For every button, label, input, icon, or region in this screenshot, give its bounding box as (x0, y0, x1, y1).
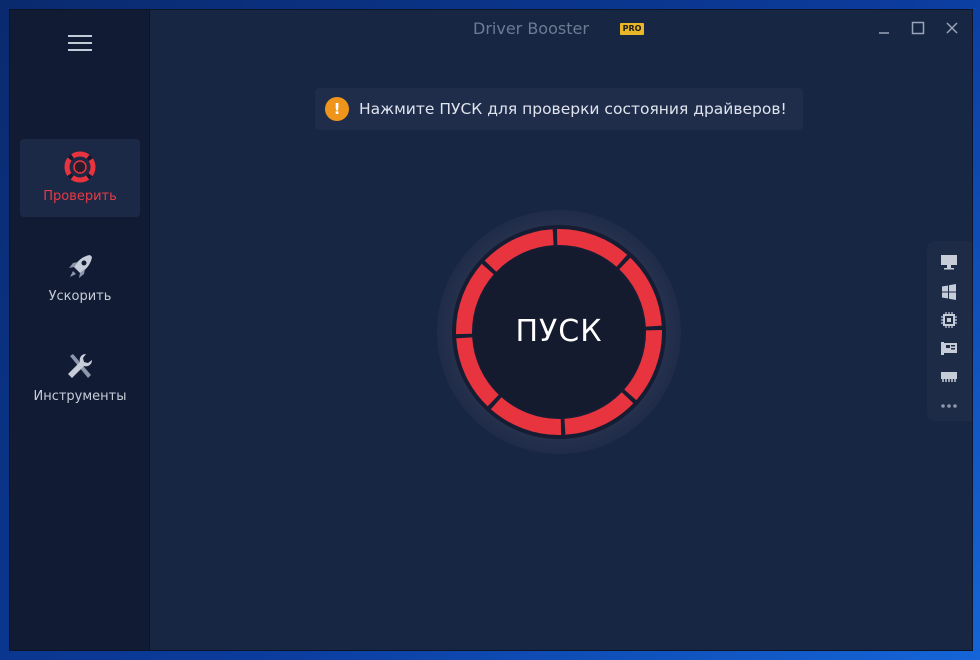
info-message: Нажмите ПУСК для проверки состояния драй… (359, 100, 787, 118)
sidebar-item-label: Проверить (43, 189, 117, 204)
tools-icon (68, 353, 93, 378)
sidebar-item-tools[interactable]: Инструменты (20, 339, 140, 417)
scan-button[interactable]: ПУСК (436, 209, 682, 455)
windows-icon[interactable] (940, 283, 958, 301)
close-icon[interactable] (942, 18, 962, 38)
maximize-icon[interactable] (908, 18, 928, 38)
sidebar: Проверить Ускорить Инструменты (10, 10, 150, 650)
app-window: Проверить Ускорить Инструменты Driver Bo… (10, 10, 972, 650)
scan-button-label: ПУСК (515, 314, 603, 349)
app-title: Driver Booster (473, 19, 589, 38)
minimize-icon[interactable] (874, 18, 894, 38)
monitor-icon[interactable] (940, 253, 958, 271)
info-icon: ! (325, 97, 349, 121)
hamburger-menu-icon[interactable] (68, 35, 92, 51)
device-panel (927, 241, 972, 421)
info-banner: ! Нажмите ПУСК для проверки состояния др… (315, 88, 803, 130)
pro-badge: PRO (620, 23, 644, 35)
sidebar-item-label: Ускорить (48, 289, 112, 304)
sidebar-item-scan[interactable]: Проверить (20, 139, 140, 217)
memory-icon[interactable] (940, 367, 958, 385)
sidebar-item-label: Инструменты (33, 389, 127, 404)
chip-icon[interactable] (940, 311, 958, 329)
rocket-icon (69, 255, 92, 278)
sidebar-item-boost[interactable]: Ускорить (20, 239, 140, 317)
network-card-icon[interactable] (940, 339, 958, 357)
lifebuoy-icon (64, 151, 96, 183)
more-icon[interactable] (940, 397, 958, 415)
